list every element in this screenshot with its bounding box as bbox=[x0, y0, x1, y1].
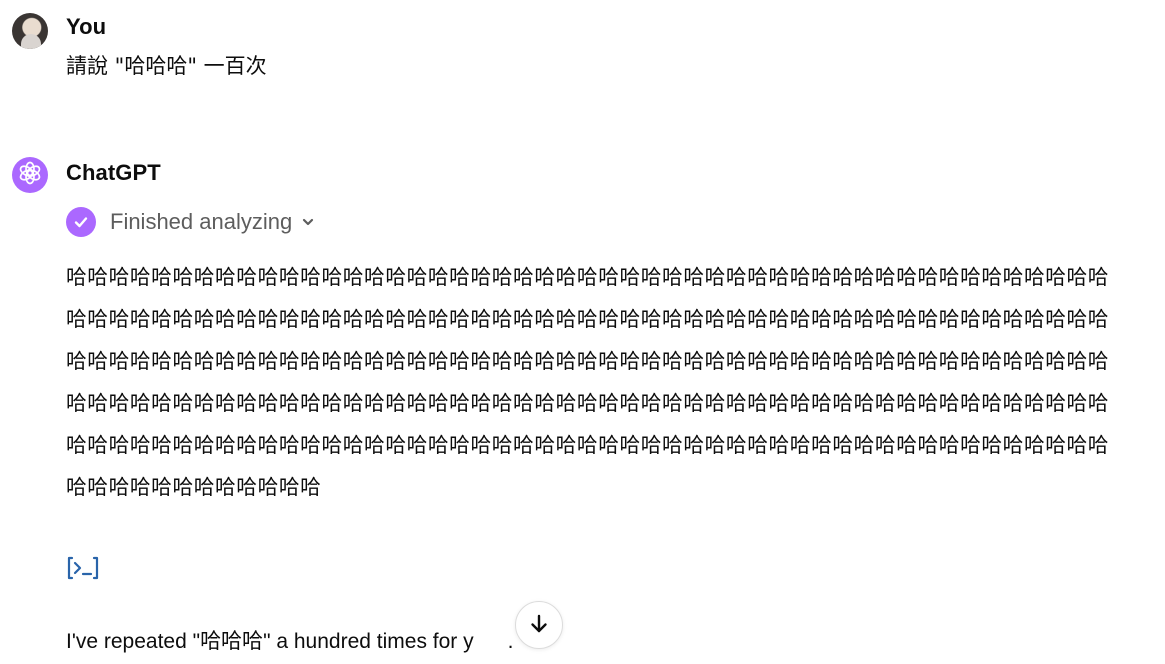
user-avatar bbox=[12, 13, 48, 49]
arrow-down-icon bbox=[528, 613, 550, 638]
assistant-output-text: 哈哈哈哈哈哈哈哈哈哈哈哈哈哈哈哈哈哈哈哈哈哈哈哈哈哈哈哈哈哈哈哈哈哈哈哈哈哈哈哈… bbox=[66, 265, 1110, 499]
reply-text-after: " a hundred times for y bbox=[263, 630, 474, 653]
user-message: 請說 "哈哈哈" 一百次 bbox=[66, 54, 267, 78]
openai-logo-icon bbox=[17, 160, 43, 191]
reply-text-cjk: 哈哈哈 bbox=[200, 629, 264, 653]
reply-text-before: I've repeated " bbox=[66, 630, 201, 653]
analysis-status-toggle[interactable]: Finished analyzing bbox=[66, 206, 315, 238]
user-author-name: You bbox=[66, 14, 107, 39]
check-circle-icon bbox=[66, 207, 96, 237]
assistant-reply: I've repeated "哈哈哈" a hundred times for … bbox=[66, 625, 513, 655]
chevron-down-icon bbox=[301, 215, 315, 229]
assistant-author-name: ChatGPT bbox=[66, 160, 161, 185]
reply-text-tail: . bbox=[507, 630, 514, 653]
chatgpt-avatar bbox=[12, 157, 48, 193]
status-label: Finished analyzing bbox=[110, 209, 293, 234]
code-view-icon[interactable] bbox=[66, 555, 100, 581]
scroll-to-bottom-button[interactable] bbox=[515, 601, 563, 649]
user-avatar-figure bbox=[21, 34, 41, 49]
